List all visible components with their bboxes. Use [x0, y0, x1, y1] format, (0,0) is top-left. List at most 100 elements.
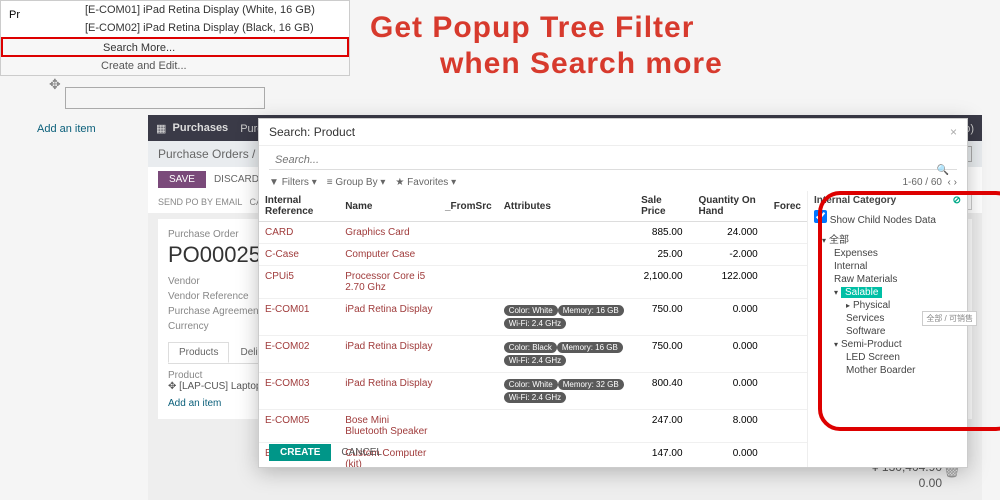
save-button[interactable]: SAVE: [158, 171, 206, 188]
tree-node[interactable]: Software: [814, 325, 961, 338]
cell-forecast: [768, 244, 807, 266]
th-price[interactable]: Sale Price: [635, 191, 692, 222]
search-more-option[interactable]: Search More...: [1, 37, 349, 57]
dropdown-option[interactable]: [E-COM01] iPad Retina Display (White, 16…: [1, 1, 349, 19]
cell-forecast: [768, 222, 807, 244]
cell-forecast: [768, 299, 807, 336]
tab-products[interactable]: Products: [168, 342, 229, 363]
cell-src: [439, 222, 498, 244]
cell-name: Bose Mini Bluetooth Speaker: [339, 410, 439, 443]
search-icon[interactable]: 🔍: [937, 165, 949, 176]
discard-button[interactable]: DISCARD: [214, 174, 259, 185]
add-item-link[interactable]: Add an item: [37, 123, 96, 135]
cell-ref: E-COM02: [259, 336, 339, 373]
cell-qty: 0.000: [693, 373, 768, 410]
table-row[interactable]: CARDGraphics Card885.0024.000: [259, 222, 807, 244]
cell-forecast: [768, 373, 807, 410]
tree-node[interactable]: LED Screen: [814, 351, 961, 364]
attribute-pill: Memory: 16 GB: [557, 342, 623, 353]
cell-name: iPad Retina Display: [339, 299, 439, 336]
send-po-button[interactable]: SEND PO BY EMAIL: [158, 197, 242, 207]
attribute-pill: Memory: 16 GB: [558, 305, 624, 316]
th-attr[interactable]: Attributes: [498, 191, 635, 222]
cell-name: Processor Core i5 2.70 Ghz: [339, 266, 439, 299]
cell-src: [439, 410, 498, 443]
modal-title: Search: Product: [269, 125, 355, 139]
tree-node[interactable]: Expenses: [814, 247, 961, 260]
th-src[interactable]: _FromSrc: [439, 191, 498, 222]
cell-price: 885.00: [635, 222, 692, 244]
favorites-dropdown[interactable]: ★ Favorites ▾: [395, 177, 456, 188]
attribute-pill: Wi-Fi: 2.4 GHz: [504, 318, 566, 329]
attribute-pill: Color: White: [504, 379, 558, 390]
product-select[interactable]: [65, 87, 265, 109]
cell-attr: Color: WhiteMemory: 16 GB Wi-Fi: 2.4 GHz: [498, 299, 635, 336]
cell-price: 147.00: [635, 443, 692, 468]
category-tree: Internal Category ⊘ Show Child Nodes Dat…: [807, 191, 967, 467]
cell-qty: -2.000: [693, 244, 768, 266]
cell-forecast: [768, 410, 807, 443]
product-column-label: Pr: [9, 9, 20, 21]
apps-icon[interactable]: ▦: [156, 122, 166, 135]
tree-close-icon[interactable]: ⊘: [953, 195, 961, 206]
show-child-checkbox[interactable]: Show Child Nodes Data: [814, 210, 961, 226]
cell-price: 2,100.00: [635, 266, 692, 299]
cancel-button[interactable]: CANCEL: [341, 447, 382, 458]
cell-forecast: [768, 336, 807, 373]
pager-prev-icon[interactable]: ‹: [948, 177, 951, 188]
table-row[interactable]: E-COM02iPad Retina DisplayColor: BlackMe…: [259, 336, 807, 373]
move-handle-icon[interactable]: ✥: [49, 76, 61, 93]
cell-src: [439, 443, 498, 468]
dropdown-snippet: Pr [E-COM01] iPad Retina Display (White,…: [0, 0, 350, 76]
th-name[interactable]: Name: [339, 191, 439, 222]
cell-price: 750.00: [635, 336, 692, 373]
tree-node-root[interactable]: 全部: [814, 230, 961, 247]
cell-qty: 24.000: [693, 222, 768, 244]
cell-ref: C-Case: [259, 244, 339, 266]
cell-name: iPad Retina Display: [339, 373, 439, 410]
pager-next-icon[interactable]: ›: [954, 177, 957, 188]
th-ref[interactable]: Internal Reference: [259, 191, 339, 222]
cell-name: iPad Retina Display: [339, 336, 439, 373]
create-edit-option[interactable]: Create and Edit...: [1, 57, 349, 75]
groupby-dropdown[interactable]: ≡ Group By ▾: [327, 177, 386, 188]
cell-ref: E-COM03: [259, 373, 339, 410]
modal-pager: 1-60 / 60 ‹ ›: [902, 177, 957, 188]
table-row[interactable]: E-COM05Bose Mini Bluetooth Speaker247.00…: [259, 410, 807, 443]
table-row[interactable]: E-COM03iPad Retina Display Color: WhiteMe…: [259, 373, 807, 410]
cell-attr: [498, 266, 635, 299]
attribute-pill: Color: White: [504, 305, 558, 316]
th-qty[interactable]: Quantity On Hand: [693, 191, 768, 222]
create-button[interactable]: CREATE: [269, 444, 331, 461]
dropdown-option[interactable]: [E-COM02] iPad Retina Display (Black, 16…: [1, 19, 349, 37]
cell-ref: CARD: [259, 222, 339, 244]
th-forecast[interactable]: Forec: [768, 191, 807, 222]
attribute-pill: Wi-Fi: 2.4 GHz: [504, 392, 566, 403]
cell-src: [439, 336, 498, 373]
cell-attr: Color: BlackMemory: 16 GBWi-Fi: 2.4 GHz: [498, 336, 635, 373]
filters-dropdown[interactable]: ▼ Filters ▾: [269, 177, 317, 188]
app-name[interactable]: Purchases: [173, 122, 229, 134]
tree-node[interactable]: Mother Boarder: [814, 364, 961, 377]
cell-attr: [498, 244, 635, 266]
search-input[interactable]: [269, 151, 957, 170]
tree-node-salable[interactable]: Salable: [814, 286, 961, 299]
cell-attr: [498, 443, 635, 468]
cell-name: Computer Case: [339, 244, 439, 266]
table-row[interactable]: C-CaseComputer Case25.00-2.000: [259, 244, 807, 266]
tree-node[interactable]: Internal: [814, 260, 961, 273]
table-row[interactable]: CPUi5Processor Core i5 2.70 Ghz2,100.001…: [259, 266, 807, 299]
close-icon[interactable]: ×: [950, 125, 957, 139]
attribute-pill: Memory: 32 GB: [558, 379, 624, 390]
cell-src: [439, 266, 498, 299]
cell-price: 800.40: [635, 373, 692, 410]
cell-forecast: [768, 443, 807, 468]
tree-node-semi[interactable]: Semi-Product: [814, 338, 961, 351]
tree-tooltip: 全部 / 可销售: [922, 311, 977, 326]
tree-node[interactable]: Raw Materials: [814, 273, 961, 286]
search-product-modal: Search: Product × ▼ Filters ▾ ≡ Group By…: [258, 118, 968, 468]
attribute-pill: Wi-Fi: 2.4 GHz: [504, 355, 566, 366]
table-row[interactable]: E-COM01iPad Retina DisplayColor: WhiteMe…: [259, 299, 807, 336]
product-table: Internal Reference Name _FromSrc Attribu…: [259, 191, 807, 467]
overlay-title: Get Popup Tree Filter when Search more: [370, 10, 723, 82]
